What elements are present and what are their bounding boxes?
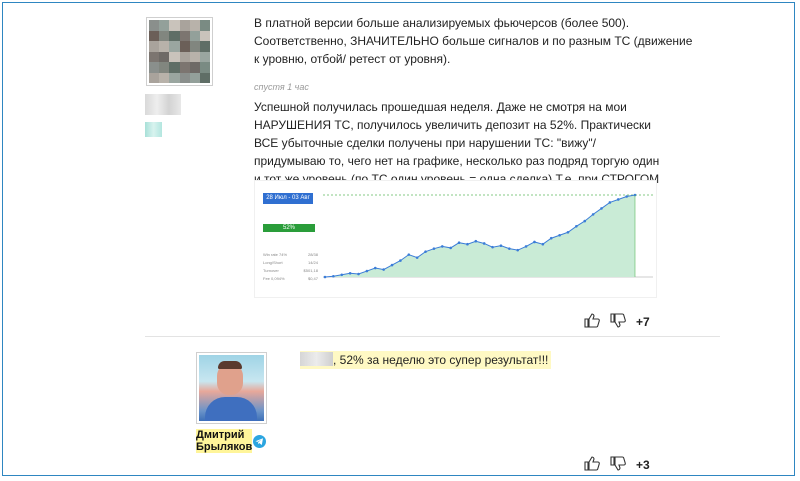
equity-point	[373, 266, 377, 270]
equity-point	[399, 259, 402, 262]
equity-point	[365, 269, 369, 273]
equity-point	[575, 225, 578, 228]
equity-point	[415, 256, 419, 259]
blurred-badge	[145, 122, 162, 137]
stat-row: Turnover $501,18	[263, 268, 318, 273]
equity-point	[449, 246, 452, 250]
equity-point	[348, 271, 352, 275]
blurred-avatar	[149, 20, 210, 83]
equity-point	[390, 263, 394, 267]
equity-point	[482, 242, 486, 245]
equity-point	[491, 245, 494, 249]
equity-point	[600, 207, 603, 210]
profit-badge: 52%	[263, 224, 315, 232]
reply-text: , 52% за неделю это супер результат!!!	[300, 351, 552, 369]
equity-point	[440, 245, 444, 248]
comment-divider	[145, 336, 720, 337]
avatar[interactable]	[146, 17, 213, 86]
thumbs-up-icon[interactable]	[584, 313, 600, 331]
equity-point	[608, 201, 612, 204]
equity-point	[583, 219, 587, 223]
post-text: В платной версии больше анализируемых фь…	[254, 16, 693, 66]
equity-point	[499, 244, 503, 247]
reply-actions: +3	[584, 456, 650, 474]
thumbs-up-icon[interactable]	[584, 456, 600, 474]
equity-point	[541, 242, 545, 246]
timestamp: спустя 1 час	[254, 82, 309, 92]
equity-point	[474, 239, 478, 243]
equity-point	[407, 253, 411, 256]
equity-area	[325, 195, 635, 277]
equity-point	[591, 213, 595, 216]
thumbs-down-icon[interactable]	[610, 313, 626, 331]
equity-point	[457, 241, 461, 245]
equity-point	[340, 273, 344, 277]
stat-row: Win rate 74% 28/38	[263, 252, 318, 257]
thumbs-down-icon[interactable]	[610, 456, 626, 474]
author-name[interactable]: Дмитрий Брыляков	[196, 429, 253, 453]
avatar[interactable]	[196, 352, 267, 424]
stat-row: Long/Short 14/24	[263, 260, 318, 265]
like-count: +3	[636, 458, 650, 472]
equity-point	[616, 198, 620, 201]
equity-curve-plot	[323, 193, 653, 279]
stats-list: Win rate 74% 28/38 Long/Short 14/24 Turnov…	[263, 251, 318, 283]
equity-point	[357, 272, 360, 276]
date-range-badge: 28 Июл - 03 Авг	[263, 193, 313, 204]
post-actions: +7	[584, 313, 650, 331]
equity-point	[332, 274, 335, 278]
equity-point	[466, 242, 469, 246]
author-photo	[199, 355, 264, 421]
blurred-username[interactable]	[145, 94, 181, 115]
equity-point	[323, 275, 327, 279]
equity-point	[432, 247, 436, 250]
equity-point	[516, 248, 520, 252]
equity-point	[566, 230, 570, 234]
equity-point	[549, 236, 553, 240]
embedded-chart-image[interactable]: 28 Июл - 03 Авг 52% Win rate 74% 28/38 Lo…	[254, 180, 657, 298]
stat-row: Fee 0,094% $0,47	[263, 276, 318, 281]
equity-point	[508, 247, 511, 250]
equity-point	[558, 233, 561, 237]
equity-point	[533, 240, 536, 244]
blurred-mention[interactable]	[300, 352, 333, 366]
equity-point	[382, 268, 385, 271]
equity-point	[424, 250, 427, 253]
like-count: +7	[636, 315, 650, 329]
equity-point	[524, 245, 528, 248]
equity-point	[625, 195, 628, 198]
telegram-icon[interactable]	[253, 435, 266, 448]
